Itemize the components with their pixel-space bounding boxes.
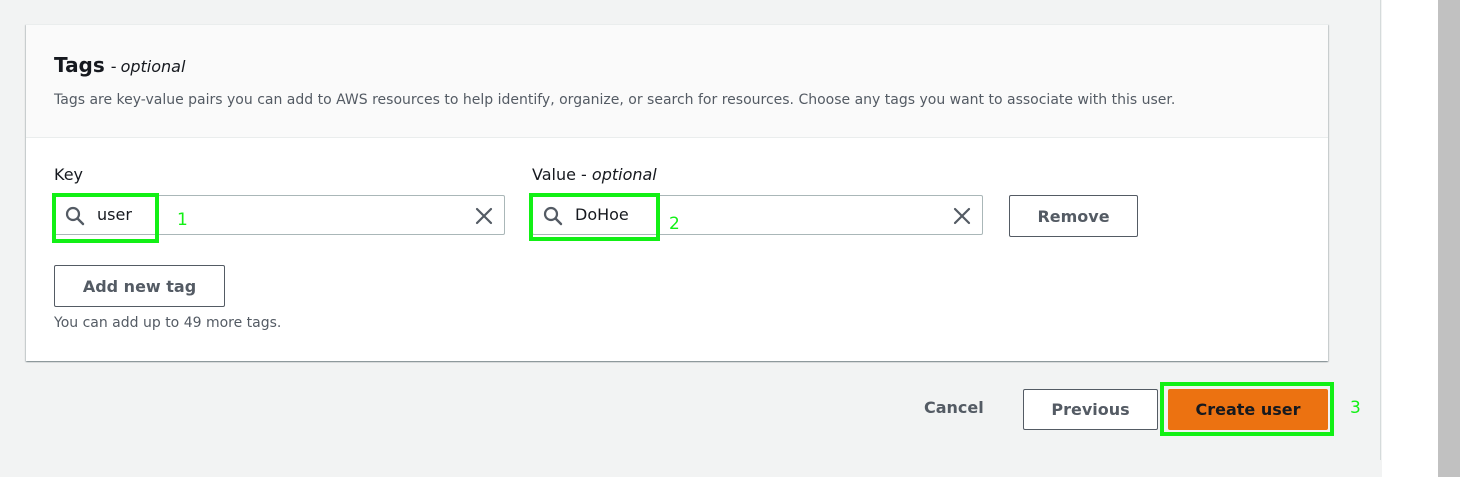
value-input-value: DoHoe xyxy=(575,205,629,224)
tags-panel: Tags - optional Tags are key-value pairs… xyxy=(26,24,1328,361)
annotation-marker-1: 1 xyxy=(177,210,188,230)
annotation-marker-3: 3 xyxy=(1350,398,1361,418)
add-new-tag-button[interactable]: Add new tag xyxy=(54,265,225,307)
scrollbar[interactable] xyxy=(1438,0,1460,477)
annotation-marker-2: 2 xyxy=(669,214,680,234)
create-user-button[interactable]: Create user xyxy=(1168,389,1328,430)
tags-description: Tags are key-value pairs you can add to … xyxy=(54,92,1176,108)
key-label: Key xyxy=(54,165,84,184)
value-input[interactable]: DoHoe xyxy=(532,195,983,235)
tags-title-row: Tags - optional xyxy=(54,53,185,77)
tags-panel-header: Tags - optional Tags are key-value pairs… xyxy=(26,25,1328,138)
value-label: Value - optional xyxy=(532,165,657,184)
content-divider xyxy=(1380,0,1381,460)
clear-icon[interactable] xyxy=(952,206,972,226)
remove-tag-button[interactable]: Remove xyxy=(1009,195,1138,237)
search-icon xyxy=(543,206,563,226)
key-input-value: user xyxy=(97,205,132,224)
cancel-button[interactable]: Cancel xyxy=(924,398,984,417)
tags-remaining-hint: You can add up to 49 more tags. xyxy=(54,315,282,331)
value-optional-label: optional xyxy=(591,165,657,184)
value-label-separator: - xyxy=(581,165,587,184)
clear-icon[interactable] xyxy=(474,206,494,226)
search-icon xyxy=(65,206,85,226)
tags-title: Tags xyxy=(54,53,105,77)
previous-button[interactable]: Previous xyxy=(1023,389,1158,430)
tags-title-separator: - xyxy=(110,57,117,76)
value-label-text: Value xyxy=(532,165,576,184)
tags-optional-label: optional xyxy=(120,57,186,76)
key-input[interactable]: user xyxy=(54,195,505,235)
